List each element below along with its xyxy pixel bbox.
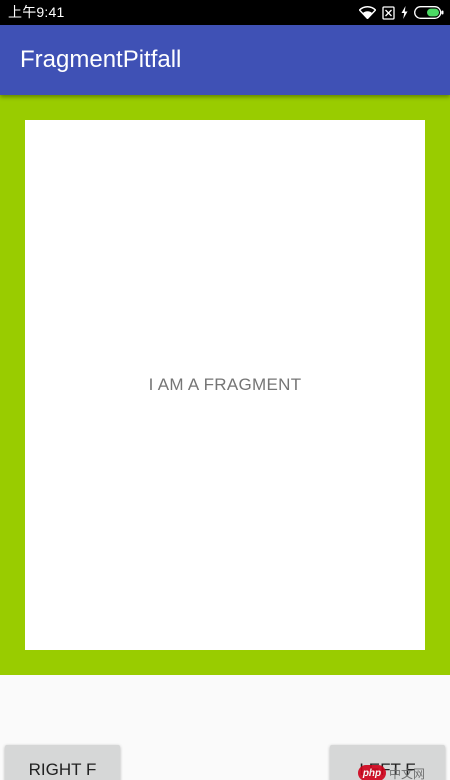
fragment-container: I AM A FRAGMENT bbox=[0, 95, 450, 675]
fragment-card: I AM A FRAGMENT bbox=[25, 120, 425, 650]
battery-icon bbox=[414, 6, 444, 19]
phone-screen: 上午9:41 FragmentPitfall I AM A FRAGMENT R… bbox=[0, 0, 450, 780]
status-icons bbox=[359, 4, 444, 21]
watermark: php 中文网 bbox=[358, 765, 426, 780]
charging-icon bbox=[401, 6, 408, 19]
no-sim-icon bbox=[382, 5, 395, 20]
app-toolbar: FragmentPitfall bbox=[0, 25, 450, 95]
right-fragment-button-label: RIGHT F bbox=[28, 760, 97, 779]
right-fragment-button[interactable]: RIGHT F bbox=[5, 745, 120, 780]
status-time: 上午9:41 bbox=[8, 4, 65, 20]
wifi-icon bbox=[359, 6, 376, 19]
watermark-text: 中文网 bbox=[389, 766, 426, 780]
watermark-logo: php bbox=[358, 765, 386, 780]
fragment-label: I AM A FRAGMENT bbox=[148, 375, 302, 394]
app-title: FragmentPitfall bbox=[20, 46, 182, 73]
status-bar: 上午9:41 bbox=[0, 0, 450, 25]
